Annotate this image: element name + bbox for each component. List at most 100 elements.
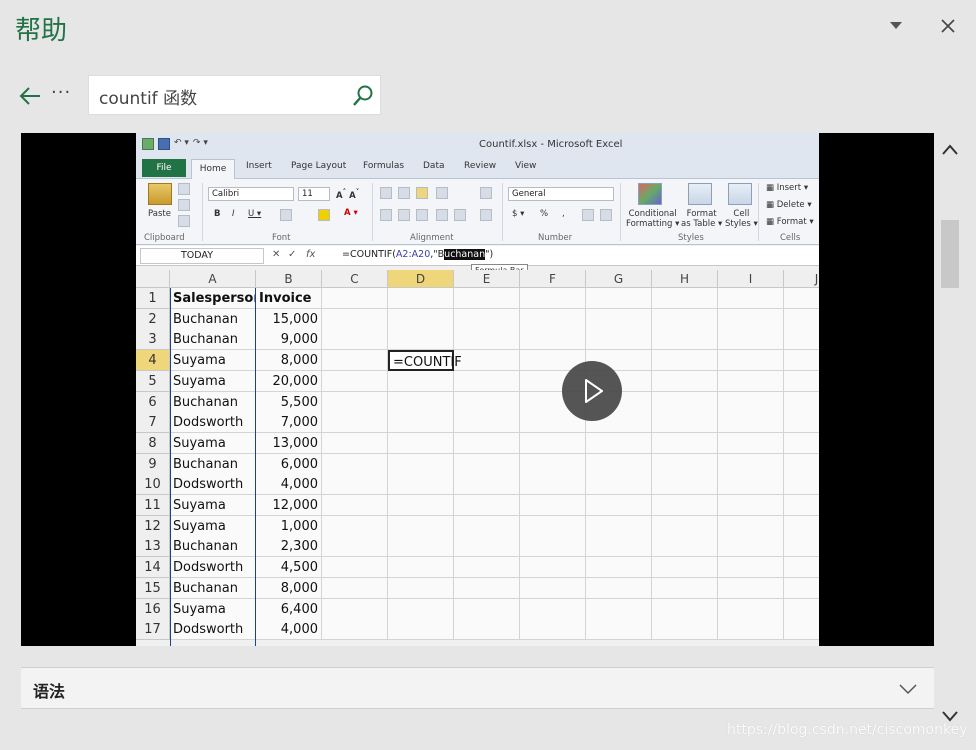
empty-cell <box>454 370 520 392</box>
empty-cell <box>388 577 454 599</box>
bold-icon: B <box>214 209 221 219</box>
empty-cell <box>322 329 388 351</box>
close-button[interactable] <box>936 14 960 38</box>
copy-icon <box>178 199 190 211</box>
orientation-icon <box>436 187 448 199</box>
empty-cell <box>718 536 784 558</box>
empty-cell <box>718 619 784 641</box>
cf-line-1: Conditional <box>628 209 677 219</box>
wrap-text-icon <box>480 187 492 199</box>
empty-cell <box>784 432 819 454</box>
conditional-formatting-icon <box>638 183 662 205</box>
ribbon-separator <box>202 183 203 241</box>
syntax-section[interactable]: 语法 <box>21 667 934 709</box>
empty-cell <box>520 308 586 330</box>
empty-cell <box>388 391 454 413</box>
cell-salesperson: Suyama <box>170 432 256 454</box>
name-box: TODAY <box>140 248 264 264</box>
scroll-up-icon[interactable] <box>940 140 960 160</box>
cell-invoice: 1,000 <box>256 515 322 537</box>
empty-cell <box>586 288 652 309</box>
table-row: 3 Buchanan 9,000 <box>136 329 819 351</box>
table-row: 6 Buchanan 5,500 <box>136 391 819 413</box>
table-row: 7 Dodsworth 7,000 <box>136 412 819 434</box>
empty-cell <box>652 557 718 579</box>
empty-cell <box>652 598 718 620</box>
empty-cell <box>586 495 652 516</box>
empty-cell <box>586 453 652 475</box>
cs-line-1: Cell <box>733 209 750 219</box>
empty-cell <box>784 598 819 620</box>
tab-data: Data <box>423 161 445 171</box>
cell-invoice: 7,000 <box>256 412 322 434</box>
empty-cell <box>586 515 652 537</box>
empty-cell <box>454 474 520 496</box>
video-player[interactable]: ↶ ▾ ↷ ▾ Countif.xlsx - Microsoft Excel F… <box>21 133 934 646</box>
table-row: 17 Dodsworth 4,000 <box>136 619 819 641</box>
column-header-b: B <box>256 270 322 288</box>
empty-cell <box>322 577 388 599</box>
tab-formulas: Formulas <box>363 161 405 171</box>
tab-file: File <box>142 159 186 177</box>
scrollbar-thumb[interactable] <box>941 220 959 288</box>
empty-cell <box>586 536 652 558</box>
empty-cell <box>454 619 520 641</box>
vertical-scrollbar[interactable] <box>938 122 962 726</box>
align-top-icon <box>380 187 392 199</box>
empty-cell <box>322 288 388 309</box>
empty-cell <box>718 577 784 599</box>
worksheet-grid: 1 Salesperson Invoice 2 Buchanan 15,000 3 Bucha… <box>136 288 819 646</box>
currency-icon: $ ▾ <box>512 209 525 219</box>
empty-cell <box>718 329 784 351</box>
cell-invoice: 12,000 <box>256 495 322 516</box>
empty-cell <box>652 474 718 496</box>
search-input[interactable] <box>99 84 339 108</box>
empty-cell <box>652 577 718 599</box>
row-number: 15 <box>136 577 170 599</box>
cell-salesperson: Suyama <box>170 350 256 372</box>
empty-cell <box>388 453 454 475</box>
empty-cell <box>718 308 784 330</box>
back-button[interactable] <box>18 84 44 108</box>
play-button[interactable] <box>562 361 622 421</box>
underline-icon: U ▾ <box>248 209 262 219</box>
redo-icon: ↷ ▾ <box>192 138 208 148</box>
delete-label: Delete ▾ <box>776 200 812 210</box>
empty-cell <box>652 391 718 413</box>
empty-cell <box>586 474 652 496</box>
pane-options-dropdown[interactable] <box>884 14 908 38</box>
search-box[interactable] <box>88 75 381 115</box>
column-header-i: I <box>718 270 784 288</box>
cell-invoice: 4,500 <box>256 557 322 579</box>
empty-cell <box>652 308 718 330</box>
empty-cell <box>454 598 520 620</box>
quick-access-toolbar: ↶ ▾ ↷ ▾ <box>142 138 208 150</box>
cell-salesperson: Buchanan <box>170 453 256 475</box>
row-number: 17 <box>136 619 170 641</box>
empty-cell <box>454 557 520 579</box>
empty-cell <box>388 495 454 516</box>
cell-invoice: Invoice <box>256 288 322 309</box>
excel-ribbon: Paste Clipboard Calibri 11 A˄ A˅ B I U ▾… <box>136 179 819 245</box>
tab-page-layout: Page Layout <box>291 161 347 171</box>
empty-cell <box>322 515 388 537</box>
empty-cell <box>586 619 652 641</box>
empty-cell <box>784 391 819 413</box>
column-headers: ABCDEFGHIJ <box>136 270 819 288</box>
excel-ribbon-tabs: File Home Insert Page Layout Formulas Da… <box>136 157 819 179</box>
tab-insert: Insert <box>246 161 272 171</box>
format-as-table-icon <box>688 183 712 205</box>
more-options-button[interactable]: ··· <box>51 82 71 103</box>
empty-cell <box>784 495 819 516</box>
empty-cell <box>718 432 784 454</box>
active-cell-editor: =COUNTIF <box>388 350 462 372</box>
cell-invoice: 8,000 <box>256 350 322 372</box>
column-header-f: F <box>520 270 586 288</box>
ribbon-separator <box>620 183 621 241</box>
table-row: 10 Dodsworth 4,000 <box>136 474 819 496</box>
row-number: 12 <box>136 515 170 537</box>
formula-text: =COUNTIF(A2:A20,"Buchanan") <box>342 249 493 260</box>
empty-cell <box>718 370 784 392</box>
empty-cell <box>388 329 454 351</box>
search-icon[interactable] <box>351 84 375 108</box>
